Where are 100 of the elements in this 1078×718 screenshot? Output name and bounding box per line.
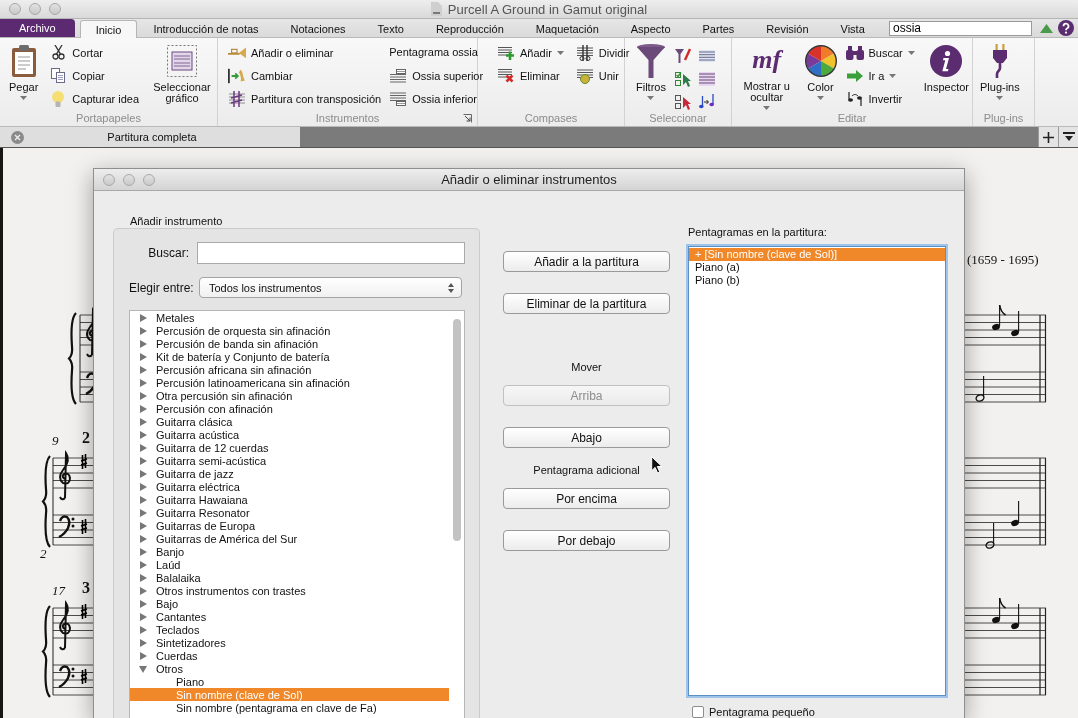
disclosure-triangle-icon[interactable] [139,482,147,491]
document-tab[interactable]: Partitura completa [0,127,300,147]
triangle-up-icon[interactable] [1040,23,1053,33]
help-icon[interactable] [1058,20,1074,36]
tree-item[interactable]: Otros instrumentos con trastes [130,584,449,597]
tree-item[interactable]: Guitarras de América del Sur [130,532,449,545]
ribbon-button[interactable]: Eliminar [495,64,566,87]
disclosure-triangle-icon[interactable] [139,573,147,582]
disclosure-triangle-icon[interactable] [139,495,147,504]
ribbon-button[interactable]: Pegar [6,41,42,110]
staff-lines-icon[interactable] [698,49,715,62]
tree-item[interactable]: Sin nombre (pentagrama en clave de Fa) [130,701,449,714]
close-icon[interactable] [11,130,24,144]
tree-item[interactable]: Metales [130,311,449,324]
ribbon-button[interactable]: Partitura con transposición [226,87,384,110]
ribbon-tab[interactable]: Revisión [750,20,825,37]
tree-item[interactable]: Banjo [130,545,449,558]
disclosure-triangle-icon[interactable] [139,326,147,335]
staff-lines-icon[interactable] [698,71,715,86]
ribbon-button[interactable]: Añadir [495,41,566,64]
tree-item[interactable]: Guitarra eléctrica [130,480,449,493]
disclosure-triangle-icon[interactable] [139,625,147,634]
tree-item[interactable]: Guitarra Resonator [130,506,449,519]
ribbon-tab[interactable]: Reproducción [419,20,520,37]
disclosure-triangle-icon[interactable] [139,664,147,673]
staff-list-item[interactable]: Piano (a) [689,261,945,274]
disclosure-triangle-icon[interactable] [139,339,147,348]
tree-item[interactable]: Kit de batería y Conjunto de batería [130,350,449,363]
ribbon-button[interactable]: mf Mostrar u ocultar [736,41,798,110]
ribbon-button[interactable]: Copiar [47,64,141,87]
checkbox[interactable] [692,706,704,718]
disclosure-triangle-icon[interactable] [139,521,147,530]
ribbon-tab[interactable]: Aspecto [614,20,687,37]
ribbon-tab[interactable]: Maquetación [519,20,615,37]
tree-item[interactable]: Piano [130,675,449,688]
funnel-pencil-icon[interactable] [674,48,691,63]
add-tab-button[interactable] [1038,127,1058,147]
ribbon-tab[interactable]: Texto [361,20,420,37]
dropdown[interactable]: Todos los instrumentos [199,277,462,298]
ribbon-tab[interactable]: Inicio [79,20,138,38]
ribbon-tab[interactable]: Notaciones [274,20,362,37]
dialog-button[interactable]: Por encima [503,488,670,509]
ribbon-button[interactable]: Añadir o eliminar [226,41,384,64]
ribbon-button[interactable]: Plug-ins [977,41,1023,110]
disclosure-triangle-icon[interactable] [139,612,147,621]
tree-item[interactable]: Guitarra de 12 cuerdas [130,441,449,454]
tree-item[interactable]: Guitarras de Europa [130,519,449,532]
disclosure-triangle-icon[interactable] [139,352,147,361]
checklist-cursor-icon[interactable] [674,70,691,87]
tree-item[interactable]: Otra percusión sin afinación [130,389,449,402]
tree-item[interactable]: Guitarra acústica [130,428,449,441]
ribbon-button[interactable]: Dividir [573,41,632,64]
search-field[interactable] [197,242,465,264]
tree-item[interactable]: Percusión africana sin afinación [130,363,449,376]
disclosure-triangle-icon[interactable] [139,417,147,426]
disclosure-triangle-icon[interactable] [139,378,147,387]
disclosure-triangle-icon[interactable] [139,508,147,517]
disclosure-triangle-icon[interactable] [139,365,147,374]
ribbon-button[interactable]: Ossia inferior [387,87,486,110]
dialog-button[interactable]: Eliminar de la partitura [503,293,670,314]
ribbon-button[interactable]: Seleccionar gráfico [147,41,217,110]
tree-item[interactable]: Percusión de banda sin afinación [130,337,449,350]
disclosure-triangle-icon[interactable] [139,469,147,478]
ribbon-button[interactable]: Ossia superior [387,64,486,87]
ribbon-button[interactable]: Capturar idea [47,87,141,110]
ribbon-button[interactable]: Inspector [920,41,972,110]
disclosure-triangle-icon[interactable] [139,547,147,556]
disclosure-triangle-icon[interactable] [139,638,147,647]
ribbon-button[interactable]: Unir [573,64,632,87]
dialog-button[interactable]: Por debajo [503,530,670,551]
disclosure-triangle-icon[interactable] [139,560,147,569]
tree-item[interactable]: Balalaika [130,571,449,584]
ribbon-tab[interactable]: Partes [686,20,751,37]
scrollbar-thumb[interactable] [453,319,461,541]
ribbon-button[interactable]: Cambiar [226,64,384,87]
file-tab[interactable]: Archivo [0,19,75,37]
tree-item[interactable]: Guitarra semi-acústica [130,454,449,467]
ribbon-button[interactable]: Color [801,41,840,110]
disclosure-triangle-icon[interactable] [139,534,147,543]
notes-arrow-icon[interactable] [698,93,715,110]
disclosure-triangle-icon[interactable] [139,586,147,595]
disclosure-triangle-icon[interactable] [139,651,147,660]
tree-item[interactable]: Otros [130,662,449,675]
ribbon-button[interactable]: Cortar [47,41,141,64]
ribbon-button[interactable]: Buscar [843,41,917,64]
dialog-button[interactable]: Añadir a la partitura [503,251,670,272]
tree-item[interactable]: Guitarra Hawaiana [130,493,449,506]
tab-menu-button[interactable] [1058,127,1078,147]
tree-item[interactable]: Laúd [130,558,449,571]
dialog-button[interactable]: Abajo [503,427,670,448]
tree-item[interactable]: Percusión con afinación [130,402,449,415]
search-field[interactable]: ossia [889,20,1032,36]
dialog-launcher-icon[interactable] [463,113,472,123]
ribbon-button[interactable]: Ir a [843,64,917,87]
tree-item[interactable]: Bajo [130,597,449,610]
dotted-box-cursor-icon[interactable] [674,93,691,110]
disclosure-triangle-icon[interactable] [139,430,147,439]
tree-item[interactable]: Sintetizadores [130,636,449,649]
staff-list-item[interactable]: Piano (b) [689,274,945,287]
ribbon-tab[interactable]: Introducción de notas [137,20,275,37]
